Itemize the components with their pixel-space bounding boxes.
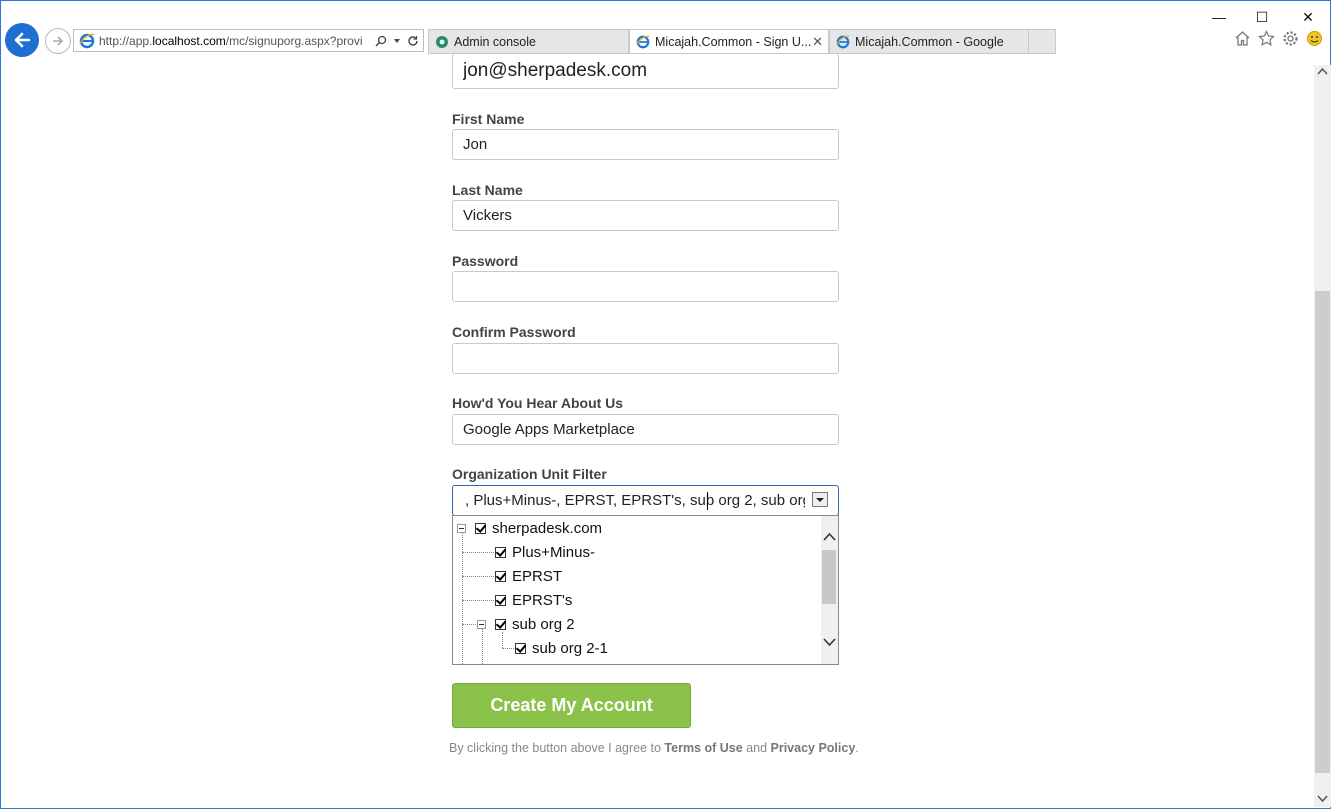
tree-scrollbar[interactable]	[821, 516, 838, 664]
browser-window: http://app.localhost.com/mc/signuporg.as…	[0, 0, 1331, 809]
tree-node-label: sub org 2-1	[532, 639, 608, 657]
dropdown-toggle-button[interactable]	[812, 492, 828, 507]
ie-page-icon	[836, 35, 850, 48]
search-icon[interactable]	[375, 35, 387, 47]
close-tab-icon[interactable]: ✕	[812, 34, 823, 50]
confirm-password-label: Confirm Password	[452, 324, 576, 340]
create-account-button[interactable]: Create My Account	[452, 683, 691, 728]
tree-node-label: EPRST's	[512, 591, 573, 609]
heard-about-label: How'd You Hear About Us	[452, 395, 624, 411]
tree-node-label: sherpadesk.com	[492, 519, 603, 537]
checkbox[interactable]	[495, 570, 506, 582]
last-name-label: Last Name	[452, 182, 523, 198]
tree-node-label: Plus+Minus-	[512, 543, 595, 561]
tree-node[interactable]: sherpadesk.com	[475, 518, 602, 538]
favorites-star-icon[interactable]	[1258, 30, 1275, 47]
minimize-button[interactable]: —	[1211, 9, 1227, 25]
scroll-thumb[interactable]	[822, 550, 836, 604]
tree-node[interactable]: sub org 2-1	[515, 638, 608, 658]
tab-sign-up[interactable]: Micajah.Common - Sign U... ✕	[629, 29, 829, 54]
tree-node[interactable]: EPRST's	[495, 590, 572, 610]
ie-logo-icon	[79, 33, 95, 49]
checkbox[interactable]	[495, 618, 506, 630]
terms-text: By clicking the button above I agree to …	[449, 741, 859, 755]
arrow-right-icon	[53, 36, 64, 46]
scroll-up-icon[interactable]	[1317, 67, 1328, 75]
terms-and: and	[742, 741, 771, 755]
tree-connector	[462, 576, 494, 577]
smiley-feedback-icon[interactable]	[1306, 30, 1323, 47]
tree-connector	[482, 628, 483, 664]
last-name-field[interactable]	[452, 200, 839, 231]
checkbox[interactable]	[475, 522, 486, 534]
chevron-down-icon	[816, 498, 824, 502]
email-field[interactable]	[452, 53, 839, 89]
tree-connector	[462, 528, 463, 664]
dropdown-arrow-icon[interactable]	[393, 37, 401, 45]
terms-prefix: By clicking the button above I agree to	[449, 741, 665, 755]
page-scrollbar[interactable]	[1314, 65, 1331, 807]
gear-icon[interactable]	[1282, 30, 1299, 47]
scroll-up-icon[interactable]	[823, 532, 836, 541]
tree-node[interactable]: sub org 2	[495, 614, 575, 634]
tree-connector	[502, 648, 514, 649]
back-button[interactable]	[5, 23, 39, 57]
tree-node-label: EPRST	[512, 567, 563, 585]
terms-of-use-link[interactable]: Terms of Use	[664, 741, 742, 755]
heard-about-field[interactable]	[452, 414, 839, 445]
tab-admin-console[interactable]: Admin console	[428, 29, 629, 54]
tab-label: Admin console	[454, 34, 536, 49]
password-field[interactable]	[452, 271, 839, 302]
tab-label: Micajah.Common - Sign U...	[655, 34, 812, 49]
tree-node[interactable]: EPRST	[495, 566, 562, 586]
collapse-icon[interactable]	[457, 524, 466, 533]
tree-node[interactable]: Plus+Minus-	[495, 542, 595, 562]
tree-connector	[502, 632, 503, 648]
refresh-icon[interactable]	[407, 35, 419, 47]
forward-button[interactable]	[45, 28, 71, 54]
google-admin-icon	[436, 35, 448, 48]
org-filter-text: , Plus+Minus-, EPRST, EPRST's, sub org 2…	[465, 492, 805, 509]
scroll-thumb[interactable]	[1315, 291, 1330, 773]
close-window-button[interactable]: ✕	[1300, 9, 1316, 26]
ie-page-icon	[636, 35, 650, 48]
new-tab-button[interactable]	[1028, 29, 1056, 54]
terms-suffix: .	[855, 741, 859, 755]
scroll-down-icon[interactable]	[1317, 795, 1328, 803]
first-name-label: First Name	[452, 111, 525, 127]
tree-connector	[462, 600, 494, 601]
org-filter-label: Organization Unit Filter	[452, 466, 607, 482]
tab-google[interactable]: Micajah.Common - Google	[829, 29, 1029, 54]
collapse-icon[interactable]	[477, 620, 486, 629]
org-filter-combobox[interactable]: , Plus+Minus-, EPRST, EPRST's, sub org 2…	[452, 485, 839, 516]
password-label: Password	[452, 253, 519, 269]
tree-connector	[462, 552, 494, 553]
checkbox[interactable]	[515, 642, 526, 654]
maximize-button[interactable]: ☐	[1254, 9, 1270, 26]
address-bar[interactable]: http://app.localhost.com/mc/signuporg.as…	[73, 29, 424, 52]
text-caret	[707, 492, 708, 510]
tree-connector	[462, 624, 478, 625]
first-name-field[interactable]	[452, 129, 839, 160]
checkbox[interactable]	[495, 546, 506, 558]
checkbox[interactable]	[495, 594, 506, 606]
scroll-down-icon[interactable]	[823, 638, 836, 647]
tree-node-label: sub org 2	[512, 615, 575, 633]
privacy-policy-link[interactable]: Privacy Policy	[771, 741, 856, 755]
url-text: http://app.localhost.com/mc/signuporg.as…	[99, 34, 363, 48]
tab-label: Micajah.Common - Google	[855, 34, 1004, 49]
home-icon[interactable]	[1234, 30, 1251, 47]
confirm-password-field[interactable]	[452, 343, 839, 374]
org-unit-tree[interactable]: sherpadesk.com Plus+Minus- EPRST EPRST's…	[452, 515, 839, 665]
arrow-left-icon	[14, 32, 31, 48]
